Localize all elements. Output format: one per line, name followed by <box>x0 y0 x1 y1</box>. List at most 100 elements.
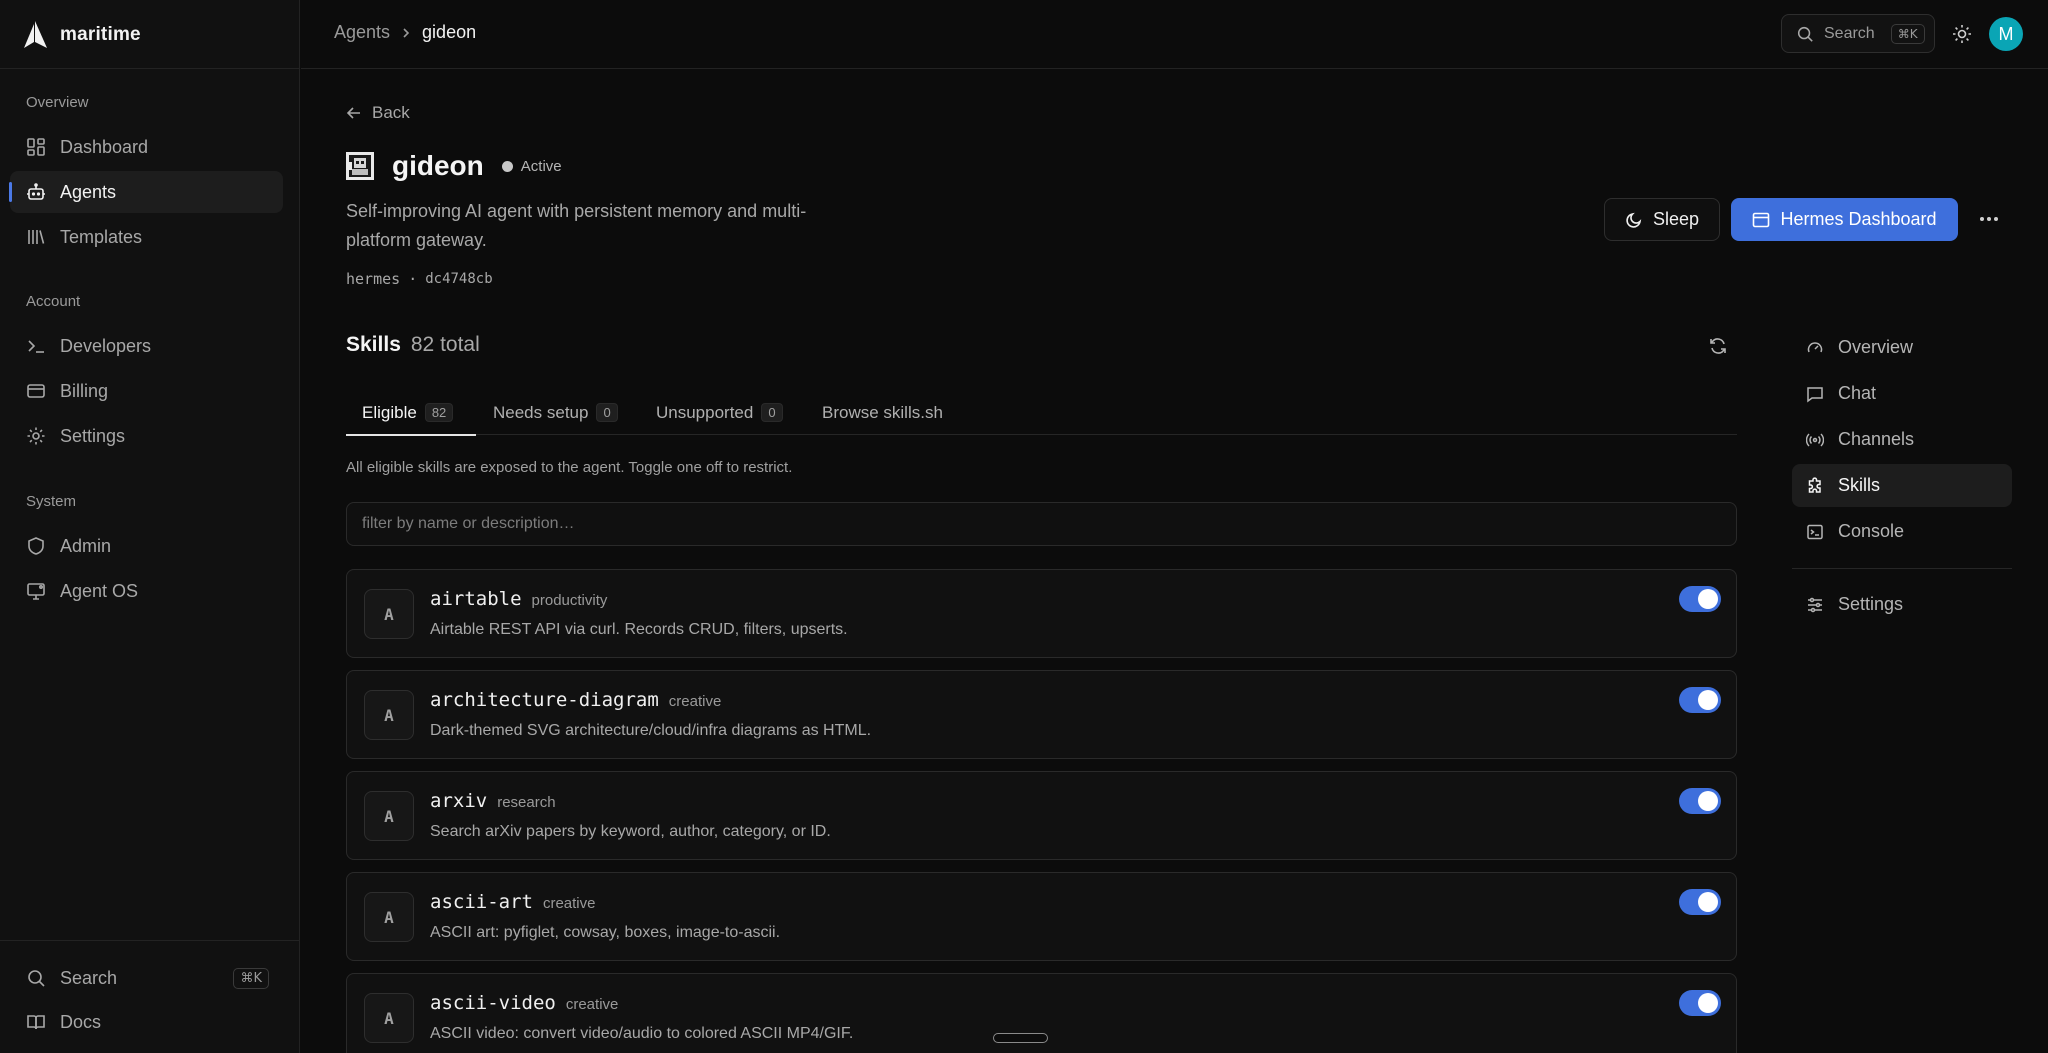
agent-name: gideon <box>392 150 484 181</box>
sidebar-docs-label: Docs <box>60 1011 102 1032</box>
sidebar-item-templates[interactable]: Templates <box>10 216 283 258</box>
count-badge: 82 <box>424 403 454 422</box>
brand[interactable]: maritime <box>22 20 141 50</box>
skill-category: productivity <box>531 592 608 609</box>
skill-initial-icon: A <box>364 993 414 1043</box>
tab-unsupported[interactable]: Unsupported 0 <box>640 390 799 435</box>
agent-nav-chat[interactable]: Chat <box>1792 372 2012 415</box>
sidebar-item-label: Settings <box>60 425 126 446</box>
skills-hint: All eligible skills are exposed to the a… <box>346 459 793 476</box>
agent-nav-console[interactable]: Console <box>1792 510 2012 553</box>
skill-title-row: airtable productivity <box>430 588 607 610</box>
count-badge: 0 <box>761 403 783 422</box>
sidebar-search-button[interactable]: Search ⌘K <box>10 957 283 999</box>
topbar: Agents gideon Search ⌘K M <box>301 0 2048 69</box>
agent-nav-label: Overview <box>1838 337 1914 357</box>
sidebar-item-settings[interactable]: Settings <box>10 415 283 457</box>
agent-nav-overview[interactable]: Overview <box>1792 326 2012 369</box>
top-search-button[interactable]: Search ⌘K <box>1781 14 1935 53</box>
list-item: A architecture-diagram creative Dark-the… <box>346 670 1737 759</box>
sidebar-item-admin[interactable]: Admin <box>10 525 283 567</box>
tab-eligible[interactable]: Eligible 82 <box>346 390 476 436</box>
agent-avatar-icon <box>346 152 374 180</box>
agent-meta: hermes · dc4748cb <box>346 270 493 288</box>
meta-separator: · <box>408 270 418 288</box>
status-badge: Active <box>501 158 562 175</box>
agent-nav-channels[interactable]: Channels <box>1792 418 2012 461</box>
skill-category: creative <box>668 693 722 710</box>
tab-label: Browse skills.sh <box>822 402 943 422</box>
skill-title-row: ascii-video creative <box>430 992 618 1014</box>
breadcrumb-agents-link[interactable]: Agents <box>334 22 390 43</box>
refresh-icon[interactable] <box>1708 336 1728 356</box>
sidebar-item-agents[interactable]: Agents <box>9 171 283 213</box>
search-icon <box>28 970 45 987</box>
divider <box>1792 568 2012 569</box>
agent-nav-skills[interactable]: Skills <box>1792 464 2012 507</box>
sun-icon[interactable] <box>1951 23 1973 45</box>
bot-icon <box>27 183 45 200</box>
skill-toggle[interactable] <box>1679 990 1721 1016</box>
skill-toggle[interactable] <box>1679 889 1721 915</box>
sidebar: maritime Overview Dashboard Agents Templ… <box>0 0 300 1053</box>
back-label: Back <box>372 103 410 122</box>
search-icon <box>1797 26 1813 42</box>
skills-total: 82 total <box>410 333 480 356</box>
app-root: maritime Overview Dashboard Agents Templ… <box>0 0 2048 1053</box>
tab-needs-setup[interactable]: Needs setup 0 <box>477 390 634 435</box>
sidebar-item-label: Dashboard <box>60 136 149 157</box>
agent-nav-label: Skills <box>1838 475 1881 495</box>
sidebar-docs-link[interactable]: Docs <box>10 1001 283 1043</box>
broadcast-icon <box>1806 432 1824 447</box>
browser-window-icon <box>1753 212 1770 227</box>
back-button[interactable]: Back <box>346 103 410 123</box>
user-avatar[interactable]: M <box>1989 17 2023 51</box>
sidebar-search-label: Search <box>60 967 118 988</box>
hermes-dashboard-button[interactable]: Hermes Dashboard <box>1731 198 1958 241</box>
library-icon <box>28 230 45 244</box>
agent-nav-settings[interactable]: Settings <box>1792 583 2012 626</box>
list-item: A airtable productivity Airtable REST AP… <box>346 569 1737 658</box>
maritime-logo-icon <box>24 21 47 48</box>
scroll-indicator[interactable] <box>993 1033 1048 1043</box>
credit-card-icon <box>27 384 45 398</box>
skill-name: ascii-video <box>430 992 556 1014</box>
skill-filter-input[interactable] <box>346 502 1737 546</box>
skill-toggle[interactable] <box>1679 687 1721 713</box>
skill-description: Search arXiv papers by keyword, author, … <box>430 823 831 840</box>
message-icon <box>1807 386 1823 402</box>
book-icon <box>27 1015 45 1030</box>
status-dot <box>501 160 513 172</box>
divider <box>0 940 300 941</box>
skill-description: Airtable REST API via curl. Records CRUD… <box>430 621 848 638</box>
puzzle-icon <box>1808 476 1821 493</box>
agent-nav-label: Settings <box>1838 594 1904 614</box>
shield-icon <box>28 537 44 555</box>
terminal-prompt-icon <box>28 340 44 353</box>
skill-toggle[interactable] <box>1679 586 1721 612</box>
skill-name: ascii-art <box>430 891 533 913</box>
count-badge: 0 <box>596 403 618 422</box>
list-item: A ascii-art creative ASCII art: pyfiglet… <box>346 872 1737 961</box>
gear-icon <box>27 427 45 445</box>
agent-header: gideon Active <box>346 150 562 182</box>
sidebar-item-developers[interactable]: Developers <box>10 325 283 367</box>
skill-toggle[interactable] <box>1679 788 1721 814</box>
tab-label: Unsupported <box>656 402 754 422</box>
tab-browse-skills[interactable]: Browse skills.sh <box>806 390 959 435</box>
sidebar-item-label: Developers <box>60 335 152 356</box>
skill-description: Dark-themed SVG architecture/cloud/infra… <box>430 722 872 739</box>
tab-label: Eligible <box>362 402 417 422</box>
sidebar-item-agent-os[interactable]: Agent OS <box>10 570 283 612</box>
search-shortcut-badge: ⌘K <box>233 967 269 989</box>
brand-name: maritime <box>60 24 141 45</box>
sidebar-item-billing[interactable]: Billing <box>10 370 283 412</box>
sidebar-item-dashboard[interactable]: Dashboard <box>10 126 283 168</box>
skill-title-row: arxiv research <box>430 790 556 812</box>
section-label-account: Account <box>26 293 81 310</box>
chevron-right-icon <box>403 27 410 38</box>
more-options-icon[interactable] <box>1976 206 2002 232</box>
sidebar-item-label: Agent OS <box>60 580 139 601</box>
monitor-icon <box>27 583 45 600</box>
sleep-button[interactable]: Sleep <box>1604 198 1720 241</box>
